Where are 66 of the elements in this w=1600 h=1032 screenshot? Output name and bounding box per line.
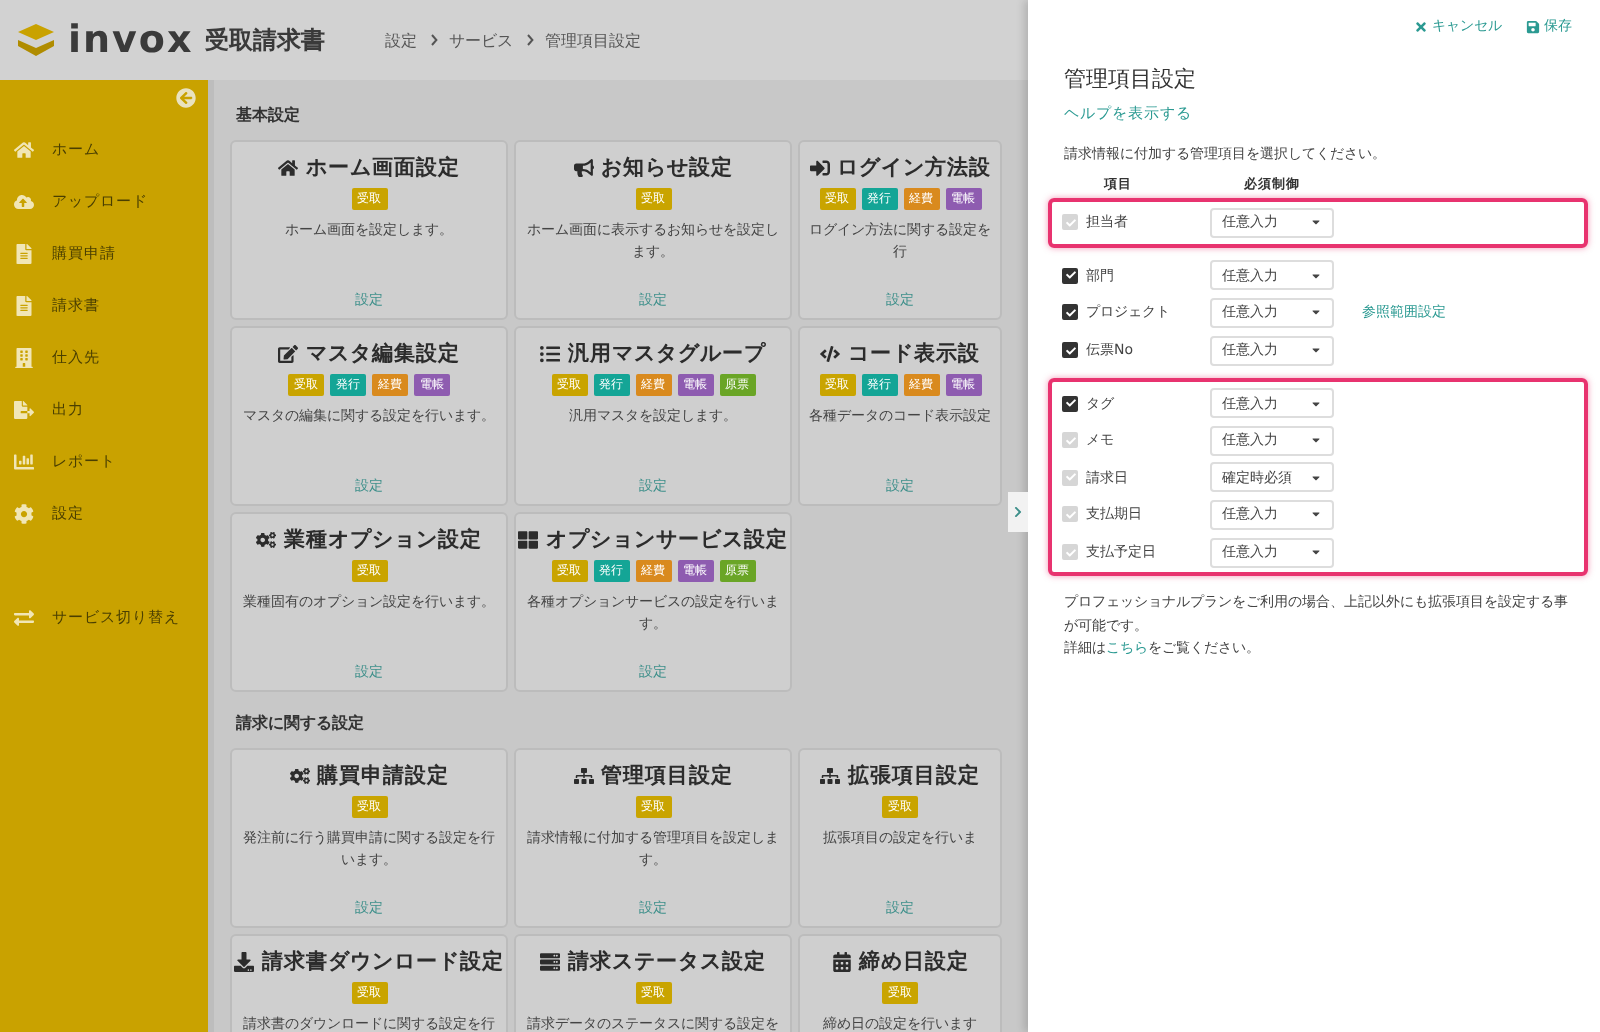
card-title: 購買申請設定	[317, 762, 449, 790]
gears-icon	[256, 530, 276, 550]
card-title: ホーム画面設定	[306, 154, 460, 182]
checkbox[interactable]	[1062, 342, 1078, 359]
card-title: 締め日設定	[859, 948, 969, 976]
file-export-icon	[14, 400, 34, 420]
section-title: 基本設定	[236, 104, 302, 126]
gears-icon	[289, 766, 309, 786]
card-title: マスタ編集設定	[306, 340, 460, 368]
settings-icon	[14, 504, 34, 524]
caret-icon	[1310, 546, 1322, 559]
house-icon	[278, 158, 298, 178]
download-icon	[234, 952, 254, 972]
card-title: 拡張項目設定	[848, 762, 980, 790]
expand-handle[interactable]	[1008, 492, 1028, 532]
list-icon	[540, 344, 560, 364]
checkbox[interactable]	[1062, 304, 1078, 321]
logo-text: invox	[68, 18, 194, 62]
caret-icon	[1310, 344, 1322, 357]
breadcrumb-item[interactable]: 管理項目設定	[545, 29, 642, 51]
hierarchy-icon	[820, 766, 840, 786]
caret-icon	[1310, 306, 1322, 319]
megaphone-icon	[573, 158, 593, 178]
breadcrumb-item[interactable]: 設定	[385, 29, 418, 51]
close-icon	[1414, 19, 1428, 33]
stack-icon	[540, 952, 560, 972]
chevron-icon	[525, 34, 534, 46]
document-icon	[14, 244, 34, 264]
document-icon	[14, 296, 34, 316]
code-icon	[820, 344, 840, 364]
breadcrumb-item[interactable]: サービス	[449, 29, 514, 51]
edit-icon	[278, 344, 298, 364]
product-name: 受取請求書	[205, 23, 326, 57]
section-title: 請求に関する設定	[236, 712, 366, 734]
save-icon	[1526, 19, 1540, 33]
panel-title: 管理項目設定	[1064, 64, 1198, 94]
card-title: 請求書ダウンロード設定	[262, 948, 504, 976]
caret-icon	[1310, 434, 1322, 447]
card-title: コード表示設	[848, 340, 980, 368]
bar-chart-icon	[14, 452, 34, 472]
sign-in-icon	[809, 158, 829, 178]
house-icon	[14, 140, 34, 160]
chevron-icon	[429, 34, 438, 46]
card-title: 管理項目設定	[601, 762, 733, 790]
card-title: 請求ステータス設定	[568, 948, 766, 976]
card-title: 汎用マスタグループ	[568, 340, 766, 368]
cloud-upload-icon	[14, 192, 34, 212]
grid-icon	[518, 530, 538, 550]
building-icon	[14, 348, 34, 368]
swap-icon	[14, 608, 34, 628]
logo-icon	[16, 22, 56, 58]
collapse-icon[interactable]	[176, 88, 196, 108]
chevron-icon	[1012, 506, 1024, 518]
card-title: ログイン方法設	[837, 154, 991, 182]
checkbox[interactable]	[1062, 395, 1078, 412]
caret-icon	[1310, 471, 1322, 484]
caret-icon	[1310, 508, 1322, 521]
checkbox[interactable]	[1062, 267, 1078, 284]
card-title: オプションサービス設定	[546, 526, 788, 554]
caret-icon	[1310, 397, 1322, 410]
caret-icon	[1310, 216, 1322, 229]
card-title: お知らせ設定	[601, 154, 733, 182]
card-title: 業種オプション設定	[284, 526, 482, 554]
calendar-icon	[831, 952, 851, 972]
hierarchy-icon	[573, 766, 593, 786]
caret-icon	[1310, 269, 1322, 282]
